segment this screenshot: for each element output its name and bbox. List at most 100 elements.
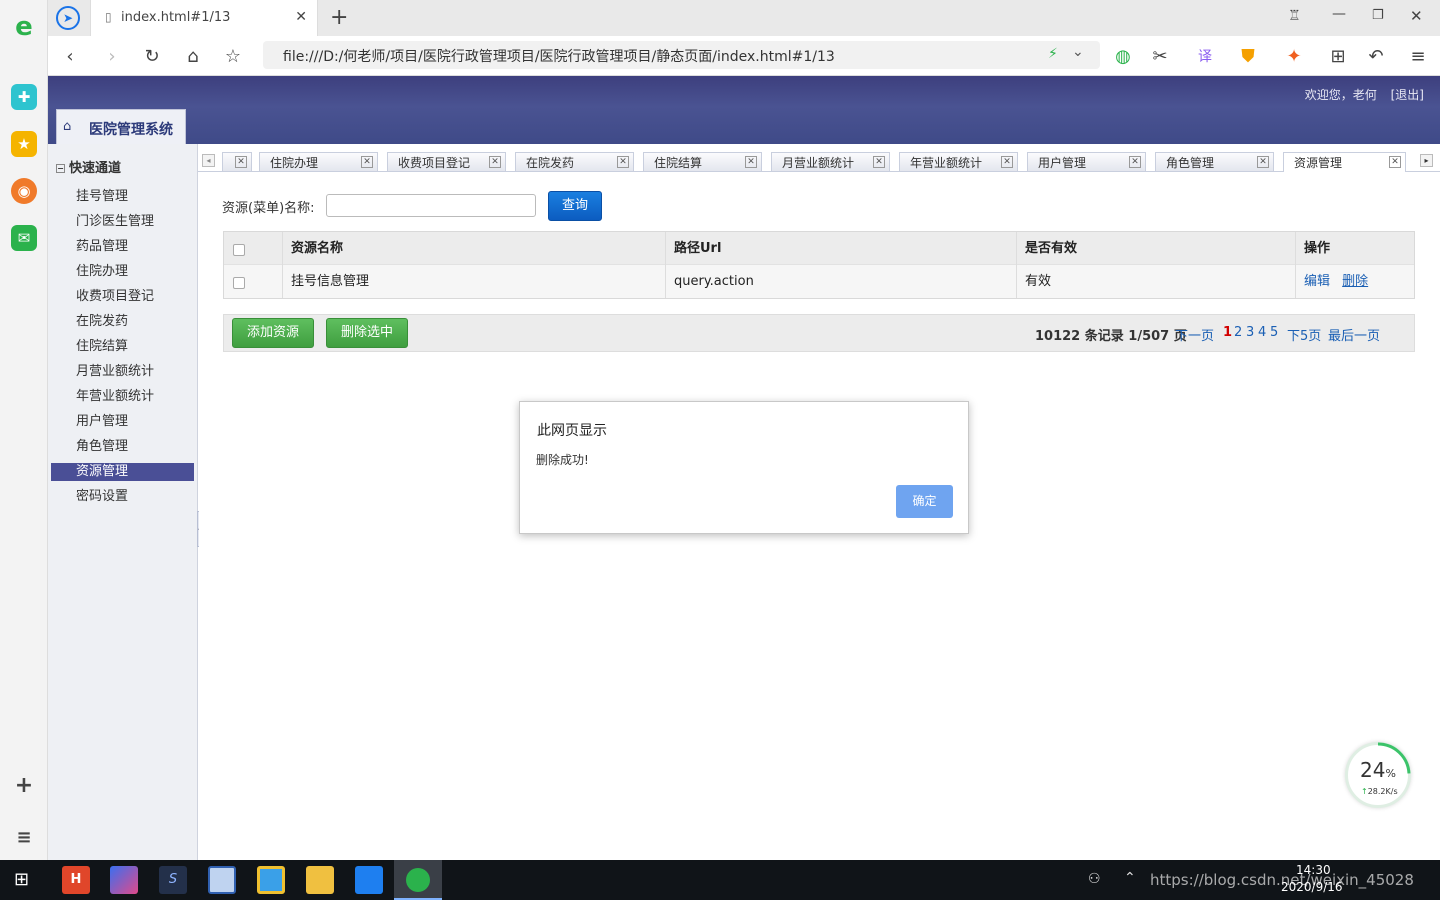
sidebar-item[interactable]: 住院办理 <box>51 263 194 281</box>
sidebar-item[interactable]: 用户管理 <box>51 413 194 431</box>
page-tab[interactable]: ✕ <box>222 152 252 171</box>
translate-icon[interactable]: 译 <box>1193 44 1217 68</box>
apps-grid-icon[interactable]: ⊞ <box>1326 44 1350 68</box>
dialog-ok-button[interactable]: 确定 <box>896 485 953 518</box>
close-tab-icon[interactable]: ✕ <box>295 9 307 25</box>
close-tab-icon[interactable]: ✕ <box>1129 156 1141 168</box>
address-bar[interactable]: file:///D:/何老师/项目/医院行政管理项目/医院行政管理项目/静态页面… <box>263 41 1100 69</box>
shirt-skin-icon[interactable]: ♖ <box>1288 8 1301 24</box>
back-icon[interactable]: ‹ <box>58 44 82 68</box>
hbuilder-app-icon[interactable]: H <box>62 866 90 894</box>
tabs-scroll-right-icon[interactable]: ▸ <box>1420 154 1433 167</box>
sidebar-item[interactable]: 角色管理 <box>51 438 194 456</box>
close-tab-icon[interactable]: ✕ <box>489 156 501 168</box>
page-tab[interactable]: 住院结算 ✕ <box>643 152 762 171</box>
close-tab-icon[interactable]: ✕ <box>1001 156 1013 168</box>
next-5-pages-link[interactable]: 下5页 <box>1287 325 1321 344</box>
forward-icon[interactable]: › <box>100 44 124 68</box>
active-browser-taskbar-item[interactable] <box>394 860 442 900</box>
sidebar-item[interactable]: 住院结算 <box>51 338 194 356</box>
page-link[interactable]: 5 <box>1270 325 1278 340</box>
dialog-message: 删除成功! <box>536 453 589 467</box>
game-icon[interactable]: ✦ <box>1282 44 1306 68</box>
delete-link[interactable]: 删除 <box>1342 274 1368 289</box>
network-speed-widget[interactable]: 24% ↑28.2K/s <box>1345 742 1411 808</box>
logout-link[interactable]: [退出] <box>1391 88 1424 102</box>
menu-list-icon[interactable]: ≡ <box>11 824 37 850</box>
page-tab[interactable]: 用户管理 ✕ <box>1027 152 1146 171</box>
sidebar-item[interactable]: 年营业额统计 <box>51 388 194 406</box>
lightning-icon[interactable]: ⚡ <box>1048 46 1058 62</box>
minimize-icon[interactable]: — <box>1332 6 1346 22</box>
close-tab-icon[interactable]: ✕ <box>361 156 373 168</box>
page-tab[interactable]: 年营业额统计 ✕ <box>899 152 1018 171</box>
undo-icon[interactable]: ↶ <box>1364 44 1388 68</box>
add-icon[interactable]: + <box>11 772 37 798</box>
next-page-link[interactable]: 下一页 <box>1175 325 1214 344</box>
page-link-current[interactable]: 1 <box>1223 325 1232 340</box>
sidebar: − 快速通道 挂号管理门诊医生管理 药品管理住院办理收费项目登记 在院发药住院结算月营… <box>48 144 203 860</box>
close-tab-icon[interactable]: ✕ <box>745 156 757 168</box>
new-tab-icon[interactable]: + <box>330 5 348 30</box>
last-page-link[interactable]: 最后一页 <box>1328 325 1380 344</box>
restore-icon[interactable]: ❐ <box>1372 8 1384 23</box>
close-tab-icon[interactable]: ✕ <box>873 156 885 168</box>
close-tab-icon[interactable]: ✕ <box>1389 156 1401 168</box>
sidebar-item[interactable]: 月营业额统计 <box>51 363 194 381</box>
page-link[interactable]: 4 <box>1258 325 1266 340</box>
windows-start-icon[interactable]: ⊞ <box>14 869 29 890</box>
close-tab-icon[interactable]: ✕ <box>235 156 247 168</box>
sidebar-title[interactable]: − 快速通道 <box>56 157 121 176</box>
scissors-icon[interactable]: ✂ <box>1148 44 1172 68</box>
health-app-icon[interactable]: ✚ <box>11 84 37 110</box>
page-link[interactable]: 2 <box>1234 325 1242 340</box>
delete-selected-button[interactable]: 删除选中 <box>326 318 408 348</box>
sidebar-item[interactable]: 收费项目登记 <box>51 288 194 306</box>
page-tab[interactable]: 资源管理 ✕ <box>1283 152 1406 172</box>
sidebar-item[interactable]: 资源管理 <box>51 463 194 481</box>
editor-app-icon[interactable]: S <box>159 866 187 894</box>
tabs-scroll-left-icon[interactable]: ◂ <box>202 154 215 167</box>
browser-tab[interactable]: ▯ index.html#1/13 ✕ <box>90 0 318 36</box>
window-app-icon[interactable] <box>208 866 236 894</box>
page-tab[interactable]: 住院办理 ✕ <box>259 152 378 171</box>
row-checkbox[interactable] <box>233 277 245 289</box>
sidebar-item[interactable]: 在院发药 <box>51 313 194 331</box>
bookmark-star-icon[interactable]: ☆ <box>221 44 245 68</box>
sidebar-item[interactable]: 挂号管理 <box>51 188 194 206</box>
main-menu-icon[interactable]: ≡ <box>1406 44 1430 68</box>
intellij-app-icon[interactable] <box>110 866 138 894</box>
select-all-checkbox[interactable] <box>233 244 245 256</box>
file-explorer-icon[interactable] <box>306 866 334 894</box>
favorites-star-icon[interactable]: ★ <box>11 131 37 157</box>
green-extension-icon[interactable]: ◍ <box>1111 44 1135 68</box>
add-resource-button[interactable]: 添加资源 <box>232 318 314 348</box>
close-tab-icon[interactable]: ✕ <box>1257 156 1269 168</box>
query-button[interactable]: 查询 <box>548 191 602 221</box>
page-tab[interactable]: 在院发药 ✕ <box>515 152 634 171</box>
tray-chevron-up-icon[interactable]: ⌃ <box>1124 870 1136 886</box>
people-icon[interactable]: ⚇ <box>1088 871 1101 887</box>
collapse-icon[interactable]: − <box>56 164 65 173</box>
page-tab[interactable]: 月营业额统计 ✕ <box>771 152 890 171</box>
weibo-icon[interactable]: ◉ <box>11 178 37 204</box>
page-link[interactable]: 3 <box>1246 325 1254 340</box>
photos-app-icon[interactable] <box>355 866 383 894</box>
refresh-icon[interactable]: ↻ <box>140 44 164 68</box>
close-tab-icon[interactable]: ✕ <box>617 156 629 168</box>
home-icon[interactable]: ⌂ <box>181 44 205 68</box>
navigation-arrow-icon[interactable]: ➤ <box>56 6 80 30</box>
shield-icon[interactable]: ⛊ <box>1236 44 1260 68</box>
window-close-icon[interactable]: ✕ <box>1410 7 1423 25</box>
mail-icon[interactable]: ✉ <box>11 225 37 251</box>
edit-link[interactable]: 编辑 <box>1304 274 1330 289</box>
page-tab[interactable]: 角色管理 ✕ <box>1155 152 1274 171</box>
chevron-down-icon[interactable]: ⌄ <box>1072 44 1084 60</box>
address-text: file:///D:/何老师/项目/医院行政管理项目/医院行政管理项目/静态页面… <box>283 49 835 65</box>
sidebar-item[interactable]: 门诊医生管理 <box>51 213 194 231</box>
settings-app-icon[interactable] <box>257 866 285 894</box>
sidebar-item[interactable]: 药品管理 <box>51 238 194 256</box>
page-tab[interactable]: 收费项目登记 ✕ <box>387 152 506 171</box>
sidebar-item[interactable]: 密码设置 <box>51 488 194 506</box>
resource-name-input[interactable] <box>326 194 536 217</box>
